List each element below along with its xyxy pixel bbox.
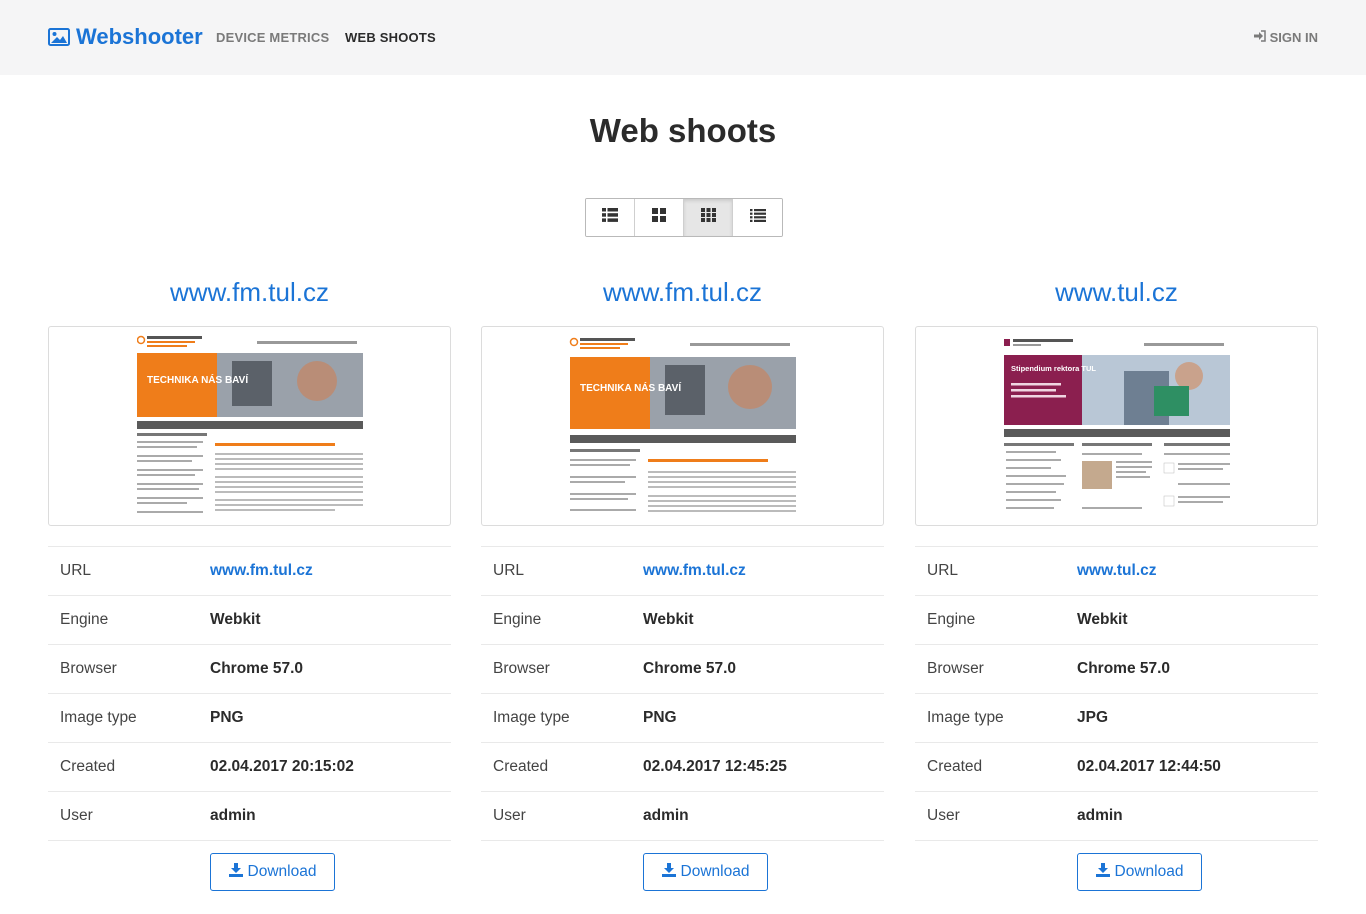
shoot-title-link[interactable]: www.fm.tul.cz — [48, 270, 451, 314]
shoot-thumbnail[interactable]: Stipendium rektora TUL — [915, 326, 1318, 526]
list-icon — [749, 208, 766, 227]
brand-name: Webshooter — [76, 24, 203, 49]
prop-row-browser: Browser Chrome 57.0 — [481, 644, 884, 694]
view-list-button[interactable] — [733, 199, 782, 236]
grid-small-icon — [700, 208, 716, 227]
shoot-thumbnail[interactable]: TECHNIKA NÁS BAVÍ — [481, 326, 884, 526]
prop-row-engine: Engine Webkit — [48, 595, 451, 645]
prop-row-created: Created 02.04.2017 20:15:02 — [48, 742, 451, 792]
prop-row-url: URL www.fm.tul.cz — [481, 546, 884, 596]
view-list-large-button[interactable] — [586, 199, 635, 236]
hero-text: Stipendium rektora TUL — [1011, 364, 1096, 373]
shoot-thumbnail[interactable]: TECHNIKA NÁS BAVÍ — [48, 326, 451, 526]
brand-link[interactable]: Webshooter — [48, 22, 203, 52]
download-label: Download — [1114, 863, 1184, 880]
prop-row-user: User admin — [48, 791, 451, 841]
download-button[interactable]: Download — [1077, 853, 1202, 891]
download-label: Download — [680, 863, 750, 880]
view-grid-small-button[interactable] — [684, 199, 733, 236]
prop-row-browser: Browser Chrome 57.0 — [915, 644, 1318, 694]
hero-text: TECHNIKA NÁS BAVÍ — [147, 373, 248, 386]
download-icon — [661, 862, 676, 882]
page-title: Web shoots — [589, 112, 777, 149]
prop-row-url: URL www.fm.tul.cz — [48, 546, 451, 596]
shoot-title-link[interactable]: www.fm.tul.cz — [481, 270, 884, 314]
shoot-properties: URL www.fm.tul.cz Engine Webkit Browser Chr… — [48, 546, 451, 841]
prop-row-created: Created 02.04.2017 12:45:25 — [481, 742, 884, 792]
prop-row-browser: Browser Chrome 57.0 — [48, 644, 451, 694]
prop-row-engine: Engine Webkit — [481, 595, 884, 645]
nav-web-shoots[interactable]: WEB SHOOTS — [345, 30, 436, 45]
shoot-url-link[interactable]: www.tul.cz — [1077, 547, 1318, 596]
shoot-card: www.fm.tul.cz TECHNIKA NÁS BAVÍ URL www.… — [481, 270, 884, 891]
shoot-title-link[interactable]: www.tul.cz — [915, 270, 1318, 314]
grid-large-icon — [652, 208, 666, 227]
prop-row-user: User admin — [915, 791, 1318, 841]
nav-device-metrics[interactable]: DEVICE METRICS — [216, 30, 329, 45]
view-toggle — [585, 198, 783, 237]
prop-row-created: Created 02.04.2017 12:44:50 — [915, 742, 1318, 792]
shoot-url-link[interactable]: www.fm.tul.cz — [643, 547, 884, 596]
hero-text: TECHNIKA NÁS BAVÍ — [580, 381, 681, 394]
prop-row-url: URL www.tul.cz — [915, 546, 1318, 596]
shoot-url-link[interactable]: www.fm.tul.cz — [210, 547, 451, 596]
prop-row-user: User admin — [481, 791, 884, 841]
sign-in-icon — [1253, 30, 1266, 45]
prop-row-image-type: Image type JPG — [915, 693, 1318, 743]
sign-in-link[interactable]: SIGN IN — [1253, 30, 1318, 45]
list-large-icon — [602, 208, 618, 227]
sign-in-label: SIGN IN — [1269, 30, 1318, 45]
download-button[interactable]: Download — [643, 853, 768, 891]
image-icon — [48, 28, 70, 46]
prop-row-engine: Engine Webkit — [915, 595, 1318, 645]
download-label: Download — [247, 863, 317, 880]
shoot-card: www.tul.cz Stipendium rektora TUL URL ww… — [915, 270, 1318, 891]
download-button[interactable]: Download — [210, 853, 335, 891]
shoot-properties: URL www.tul.cz Engine Webkit Browser Chrome… — [915, 546, 1318, 841]
shoot-card: www.fm.tul.cz TECHNIKA NÁS BAVÍ URL www.… — [48, 270, 451, 891]
prop-row-image-type: Image type PNG — [481, 693, 884, 743]
view-grid-large-button[interactable] — [635, 199, 684, 236]
navbar: Webshooter DEVICE METRICS WEB SHOOTS SIG… — [0, 0, 1366, 75]
download-icon — [228, 862, 243, 882]
prop-row-image-type: Image type PNG — [48, 693, 451, 743]
download-icon — [1095, 862, 1110, 882]
shoot-properties: URL www.fm.tul.cz Engine Webkit Browser Chr… — [481, 546, 884, 841]
